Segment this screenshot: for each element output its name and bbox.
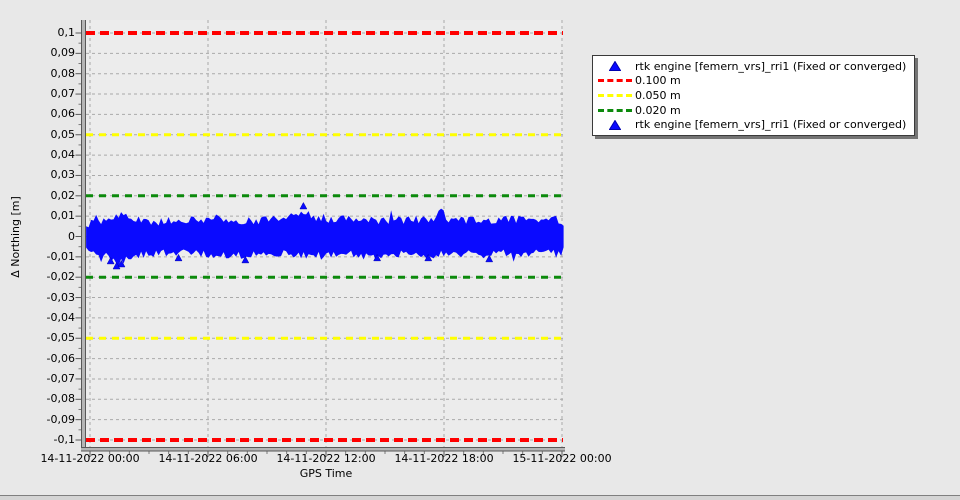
legend: rtk engine [femern_vrs]_rri1 (Fixed or c…: [592, 55, 916, 136]
legend-item: 0.050 m: [595, 88, 906, 103]
legend-item-label: 0.100 m: [635, 74, 681, 88]
y-tick-label: -0,1: [53, 433, 75, 446]
legend-item: 0.100 m: [595, 74, 906, 89]
dashed-line-icon: [595, 93, 635, 97]
legend-item-label: 0.020 m: [635, 103, 681, 117]
window-bottom-border: [0, 495, 960, 500]
y-tick-label: 0,05: [50, 127, 76, 141]
dashed-line-icon: [595, 79, 635, 83]
y-tick-label: 0,04: [50, 148, 76, 162]
x-tick-label: 14-11-2022 18:00: [394, 452, 494, 465]
dashed-line-sample: [598, 93, 632, 97]
x-tick-label: 14-11-2022 00:00: [40, 452, 140, 465]
legend-item-label: 0.050 m: [635, 88, 681, 102]
y-tick-label: -0,02: [46, 270, 75, 284]
y-tick-label: -0,05: [46, 331, 75, 345]
y-tick-label: 0,1: [57, 26, 76, 39]
triangle-marker-icon: [595, 61, 635, 72]
triangle-marker-icon: [609, 119, 621, 130]
y-tick-label: -0,06: [46, 351, 75, 365]
legend-item: rtk engine [femern_vrs]_rri1 (Fixed or c…: [595, 59, 906, 74]
y-tick-label: -0,01: [46, 249, 75, 263]
y-tick-label: 0,07: [50, 87, 76, 101]
triangle-marker-icon: [609, 61, 621, 72]
legend-item: rtk engine [femern_vrs]_rri1 (Fixed or c…: [595, 117, 906, 132]
chart-page: Δ Northing [m] GPS Time 0,1 0,09 0,08 0,07 0…: [0, 0, 960, 500]
x-tick-label: 15-11-2022 00:00: [512, 452, 612, 465]
y-tick-label: -0,08: [46, 392, 75, 406]
y-tick-label: -0,03: [46, 290, 75, 304]
legend-item: 0.020 m: [595, 103, 906, 118]
y-tick-label: 0,09: [50, 46, 76, 60]
y-tick-label: 0,06: [50, 107, 76, 121]
x-tick-label: 14-11-2022 06:00: [158, 452, 258, 465]
y-axis-title: Δ Northing [m]: [9, 196, 22, 278]
y-tick-label: -0,09: [46, 412, 75, 426]
y-tick-label: -0,04: [46, 310, 75, 324]
y-tick-label: -0,07: [46, 371, 75, 385]
x-axis-title: GPS Time: [299, 467, 353, 480]
y-tick-label: 0,03: [50, 168, 76, 182]
triangle-marker-icon: [595, 119, 635, 130]
x-tick-label: 14-11-2022 12:00: [276, 452, 376, 465]
dashed-line-sample: [598, 79, 632, 83]
y-tick-label: 0,01: [50, 209, 76, 223]
y-tick-label: 0,08: [50, 66, 76, 80]
legend-item-label: rtk engine [femern_vrs]_rri1 (Fixed or c…: [635, 59, 907, 73]
y-tick-label: 0: [68, 229, 75, 243]
y-tick-label: 0,02: [50, 188, 76, 202]
legend-item-label: rtk engine [femern_vrs]_rri1 (Fixed or c…: [635, 118, 907, 132]
dashed-line-sample: [598, 108, 632, 112]
dashed-line-icon: [595, 108, 635, 112]
